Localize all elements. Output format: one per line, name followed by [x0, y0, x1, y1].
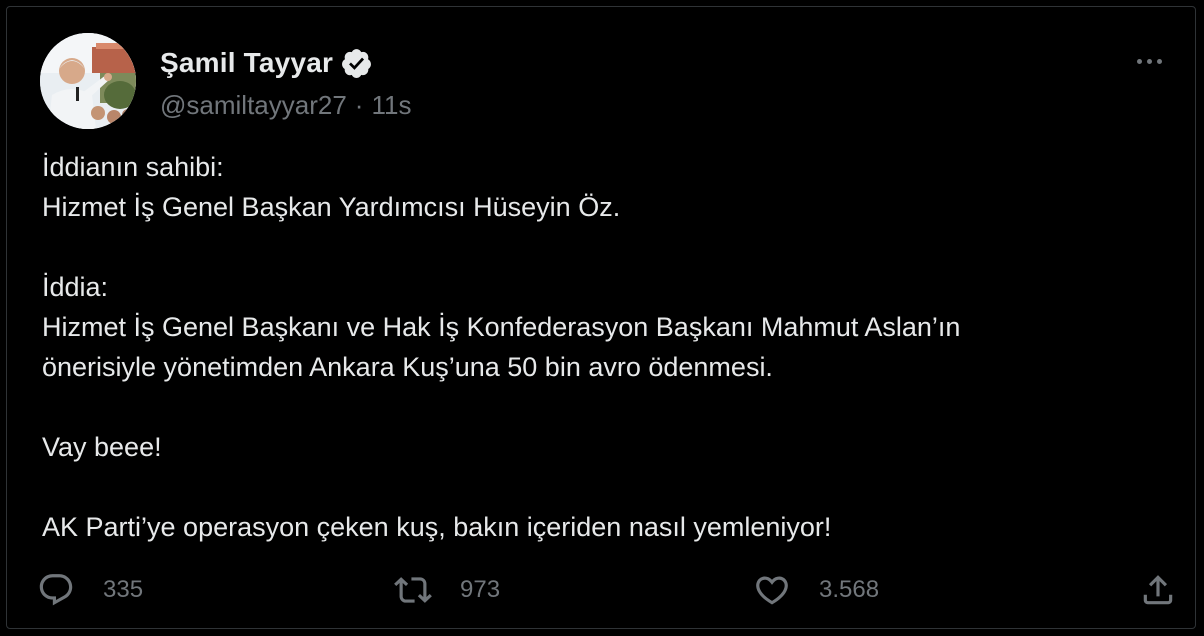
retweet-button[interactable]: 973 [394, 570, 500, 610]
tweet-text-blank-line [42, 227, 1182, 267]
tweet-text-line: önerisiyle yönetimden Ankara Kuş’una 50 … [42, 352, 773, 382]
tweet-text: İddianın sahibi: Hizmet İş Genel Başkan … [42, 147, 1182, 547]
author-display-name[interactable]: Şamil Tayyar [160, 47, 333, 79]
reply-button[interactable]: 335 [37, 570, 143, 610]
tweet-text-line: Hizmet İş Genel Başkan Yardımcısı Hüseyi… [42, 192, 621, 222]
tweet-timestamp[interactable]: 11s [371, 90, 411, 121]
tweet-actions-bar: 335 973 3.568 [37, 570, 1187, 610]
author-handle-row: @samiltayyar27 · 11s [160, 87, 411, 123]
share-icon [1143, 575, 1173, 605]
tweet-text-line: İddia: [42, 272, 109, 302]
avatar-photo [40, 33, 136, 129]
more-horizontal-icon [1136, 58, 1142, 64]
heart-icon [756, 576, 788, 605]
share-button[interactable] [1139, 570, 1177, 610]
more-options-button[interactable] [1129, 47, 1169, 75]
retweet-count: 973 [460, 576, 501, 603]
author-name-row: Şamil Tayyar [160, 43, 373, 83]
tweet-text-line: Vay beee! [42, 432, 162, 462]
avatar[interactable] [40, 33, 136, 129]
retweet-icon [394, 577, 432, 603]
like-count: 3.568 [819, 576, 880, 603]
tweet-text-line: AK Parti’ye operasyon çeken kuş, bakın i… [42, 512, 832, 542]
separator-dot: · [354, 89, 364, 120]
like-button[interactable]: 3.568 [753, 570, 879, 610]
verified-badge-icon [340, 47, 373, 80]
tweet-text-blank-line [42, 387, 1182, 427]
tweet-text-line: İddianın sahibi: [42, 152, 224, 182]
tweet-text-blank-line [42, 467, 1182, 507]
tweet-card[interactable]: Şamil Tayyar @samiltayyar27 · 11s İddian… [6, 6, 1196, 629]
reply-icon [39, 574, 73, 606]
tweet-text-line: Hizmet İş Genel Başkanı ve Hak İş Konfed… [42, 312, 961, 342]
reply-count: 335 [103, 576, 144, 603]
author-handle[interactable]: @samiltayyar27 [160, 90, 347, 121]
